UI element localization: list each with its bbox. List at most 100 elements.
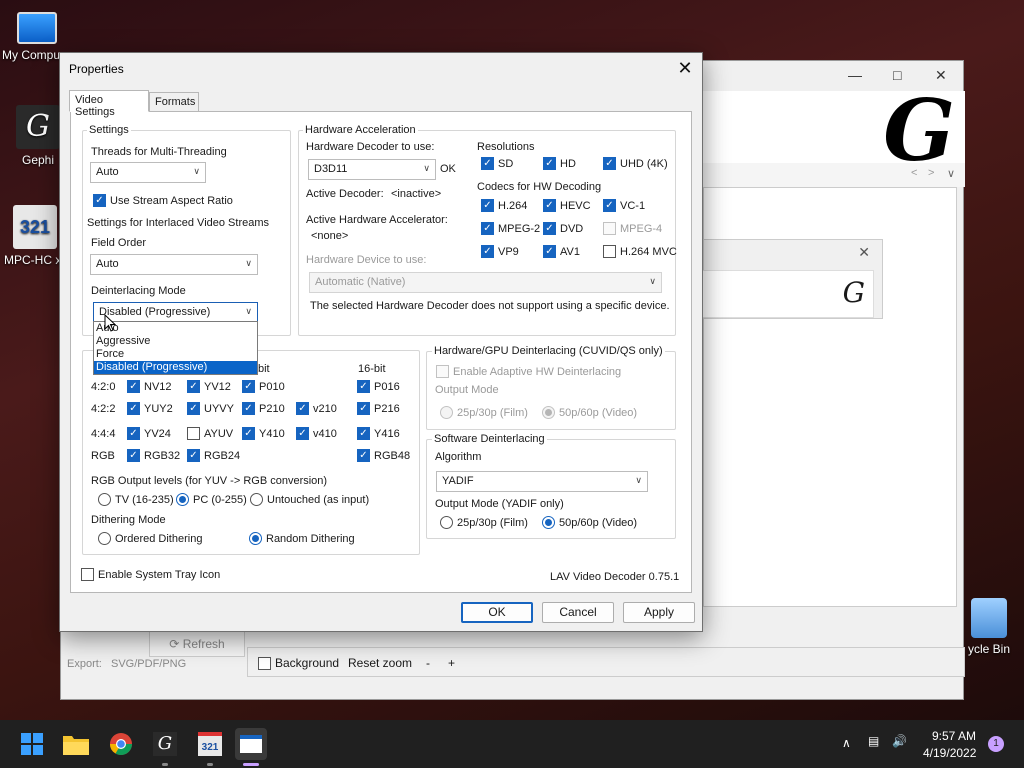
background-checkbox[interactable]: Background xyxy=(258,656,339,670)
chevron-down-icon: ∨ xyxy=(245,306,252,316)
resolution-hd-checkbox[interactable]: ✓ HD xyxy=(543,157,576,170)
format-y416-checkbox[interactable]: ✓ Y416 xyxy=(357,427,400,440)
format-yuy2-checkbox[interactable]: ✓ YUY2 xyxy=(127,402,173,415)
gephi-logo-small: G xyxy=(702,270,874,318)
adaptive-hw-deint-checkbox[interactable]: Enable Adaptive HW Deinterlacing xyxy=(436,365,621,378)
taskbar: G 321 ∧ ▤ 🔊 9:57 AM 4/19/2022 1 xyxy=(0,720,1024,768)
deint-option-auto[interactable]: Auto xyxy=(94,322,257,335)
ok-button[interactable]: OK xyxy=(461,602,533,623)
codec-h264-checkbox[interactable]: ✓ H.264 xyxy=(481,199,527,212)
rgb-level-untouched-radio[interactable]: Untouched (as input) xyxy=(250,493,369,506)
format-p216-checkbox[interactable]: ✓ P216 xyxy=(357,402,400,415)
codec-mpeg4-checkbox[interactable]: MPEG-4 xyxy=(603,222,662,235)
clock-time[interactable]: 9:57 AM xyxy=(932,729,976,743)
notification-badge[interactable]: 1 xyxy=(988,736,1004,752)
format-v210-checkbox[interactable]: ✓ v210 xyxy=(296,402,337,415)
zoom-in-button[interactable]: + xyxy=(448,656,455,670)
chevron-up-icon[interactable]: ∧ xyxy=(842,736,851,750)
reset-zoom-link[interactable]: Reset zoom xyxy=(348,656,412,670)
window-icon xyxy=(240,735,262,753)
resolution-sd-checkbox[interactable]: ✓ SD xyxy=(481,157,513,170)
field-order-select[interactable]: Auto ∨ xyxy=(90,254,258,275)
format-yv12-checkbox[interactable]: ✓ YV12 xyxy=(187,380,231,393)
row-label-444: 4:4:4 xyxy=(91,428,116,440)
rgb-level-pc-radio[interactable]: PC (0-255) xyxy=(176,493,247,506)
sw-deint-group-title: Software Deinterlacing xyxy=(432,433,547,445)
col-header-16bit: 16-bit xyxy=(358,363,386,375)
chevron-down-icon: ∨ xyxy=(649,276,656,286)
format-v410-checkbox[interactable]: ✓ v410 xyxy=(296,427,337,440)
rgb-levels-label: RGB Output levels (for YUV -> RGB conver… xyxy=(91,475,328,487)
start-button[interactable] xyxy=(16,728,48,760)
codec-av1-checkbox[interactable]: ✓ AV1 xyxy=(543,245,580,258)
dither-ordered-radio[interactable]: Ordered Dithering xyxy=(98,532,202,545)
cancel-button[interactable]: Cancel xyxy=(542,602,614,623)
deint-option-force[interactable]: Force xyxy=(94,348,257,361)
windows-icon xyxy=(21,733,43,755)
hw-device-select[interactable]: Automatic (Native) ∨ xyxy=(309,272,662,293)
deint-option-aggressive[interactable]: Aggressive xyxy=(94,335,257,348)
format-uyvy-checkbox[interactable]: ✓ UYVY xyxy=(187,402,234,415)
hw-mode-film-radio[interactable]: 25p/30p (Film) xyxy=(440,406,528,419)
deint-mode-select[interactable]: Disabled (Progressive) ∨ xyxy=(93,302,258,323)
chevron-down-icon[interactable]: ∨ xyxy=(947,167,955,180)
resolution-uhd-checkbox[interactable]: ✓ UHD (4K) xyxy=(603,157,668,170)
file-explorer-button[interactable] xyxy=(60,728,92,760)
dither-random-radio[interactable]: Random Dithering xyxy=(249,532,355,545)
codec-vp9-checkbox[interactable]: ✓ VP9 xyxy=(481,245,519,258)
recycle-bin-icon xyxy=(971,598,1007,638)
chrome-button[interactable] xyxy=(105,728,137,760)
tab-video-settings[interactable]: Video Settings xyxy=(69,90,149,118)
close-icon[interactable]: ✕ xyxy=(674,57,696,79)
rgb-level-tv-radio[interactable]: TV (16-235) xyxy=(98,493,174,506)
chevron-right-icon[interactable]: > xyxy=(928,167,934,179)
codec-mpeg2-checkbox[interactable]: ✓ MPEG-2 xyxy=(481,222,540,235)
stream-aspect-checkbox[interactable]: ✓ Use Stream Aspect Ratio xyxy=(93,194,233,207)
chevron-left-icon[interactable]: < xyxy=(911,167,917,179)
network-icon[interactable]: ▤ xyxy=(868,734,879,748)
format-yv24-checkbox[interactable]: ✓ YV24 xyxy=(127,427,171,440)
hw-device-note: The selected Hardware Decoder does not s… xyxy=(310,300,670,312)
format-p010-checkbox[interactable]: ✓ P010 xyxy=(242,380,285,393)
deint-mode-dropdown-list: Auto Aggressive Force Disabled (Progress… xyxy=(93,321,258,375)
volume-icon[interactable]: 🔊 xyxy=(892,734,907,748)
lav-properties-taskbar-button[interactable] xyxy=(235,728,267,760)
format-rgb48-checkbox[interactable]: ✓ RGB48 xyxy=(357,449,410,462)
format-p016-checkbox[interactable]: ✓ P016 xyxy=(357,380,400,393)
format-ayuv-checkbox[interactable]: AYUV xyxy=(187,427,233,440)
format-nv12-checkbox[interactable]: ✓ NV12 xyxy=(127,380,172,393)
minimize-icon[interactable]: — xyxy=(848,67,862,83)
format-rgb24-checkbox[interactable]: ✓ RGB24 xyxy=(187,449,240,462)
codec-hevc-checkbox[interactable]: ✓ HEVC xyxy=(543,199,591,212)
mpc-hc-taskbar-button[interactable]: 321 xyxy=(194,728,226,760)
tab-formats[interactable]: Formats xyxy=(149,92,199,112)
chevron-down-icon: ∨ xyxy=(193,166,200,176)
format-rgb32-checkbox[interactable]: ✓ RGB32 xyxy=(127,449,180,462)
active-accel-label: Active Hardware Accelerator: xyxy=(306,214,448,226)
threads-select[interactable]: Auto ∨ xyxy=(90,162,206,183)
clock-date[interactable]: 4/19/2022 xyxy=(923,746,976,760)
format-y410-checkbox[interactable]: ✓ Y410 xyxy=(242,427,285,440)
codec-dvd-checkbox[interactable]: ✓ DVD xyxy=(543,222,583,235)
codecs-label: Codecs for HW Decoding xyxy=(477,181,602,193)
apply-button[interactable]: Apply xyxy=(623,602,695,623)
resolutions-label: Resolutions xyxy=(477,141,535,153)
refresh-button[interactable]: ⟳ Refresh xyxy=(149,631,245,657)
export-formats[interactable]: SVG/PDF/PNG xyxy=(111,658,186,670)
hw-mode-video-radio[interactable]: 50p/60p (Video) xyxy=(542,406,637,419)
system-tray-checkbox[interactable]: Enable System Tray Icon xyxy=(81,568,220,581)
zoom-out-button[interactable]: - xyxy=(426,656,430,670)
format-p210-checkbox[interactable]: ✓ P210 xyxy=(242,402,285,415)
sw-mode-film-radio[interactable]: 25p/30p (Film) xyxy=(440,516,528,529)
deint-mode-label: Deinterlacing Mode xyxy=(91,285,186,297)
codec-vc1-checkbox[interactable]: ✓ VC-1 xyxy=(603,199,645,212)
sw-mode-video-radio[interactable]: 50p/60p (Video) xyxy=(542,516,637,529)
gephi-icon: G xyxy=(16,105,60,149)
algorithm-select[interactable]: YADIF ∨ xyxy=(436,471,648,492)
gephi-taskbar-button[interactable]: G xyxy=(149,728,181,760)
hw-decoder-status: OK xyxy=(440,163,456,175)
deint-option-disabled[interactable]: Disabled (Progressive) xyxy=(94,361,257,374)
codec-h264mvc-checkbox[interactable]: H.264 MVC xyxy=(603,245,677,258)
close-icon[interactable]: ✕ xyxy=(858,244,870,261)
hw-decoder-select[interactable]: D3D11 ∨ xyxy=(308,159,436,180)
